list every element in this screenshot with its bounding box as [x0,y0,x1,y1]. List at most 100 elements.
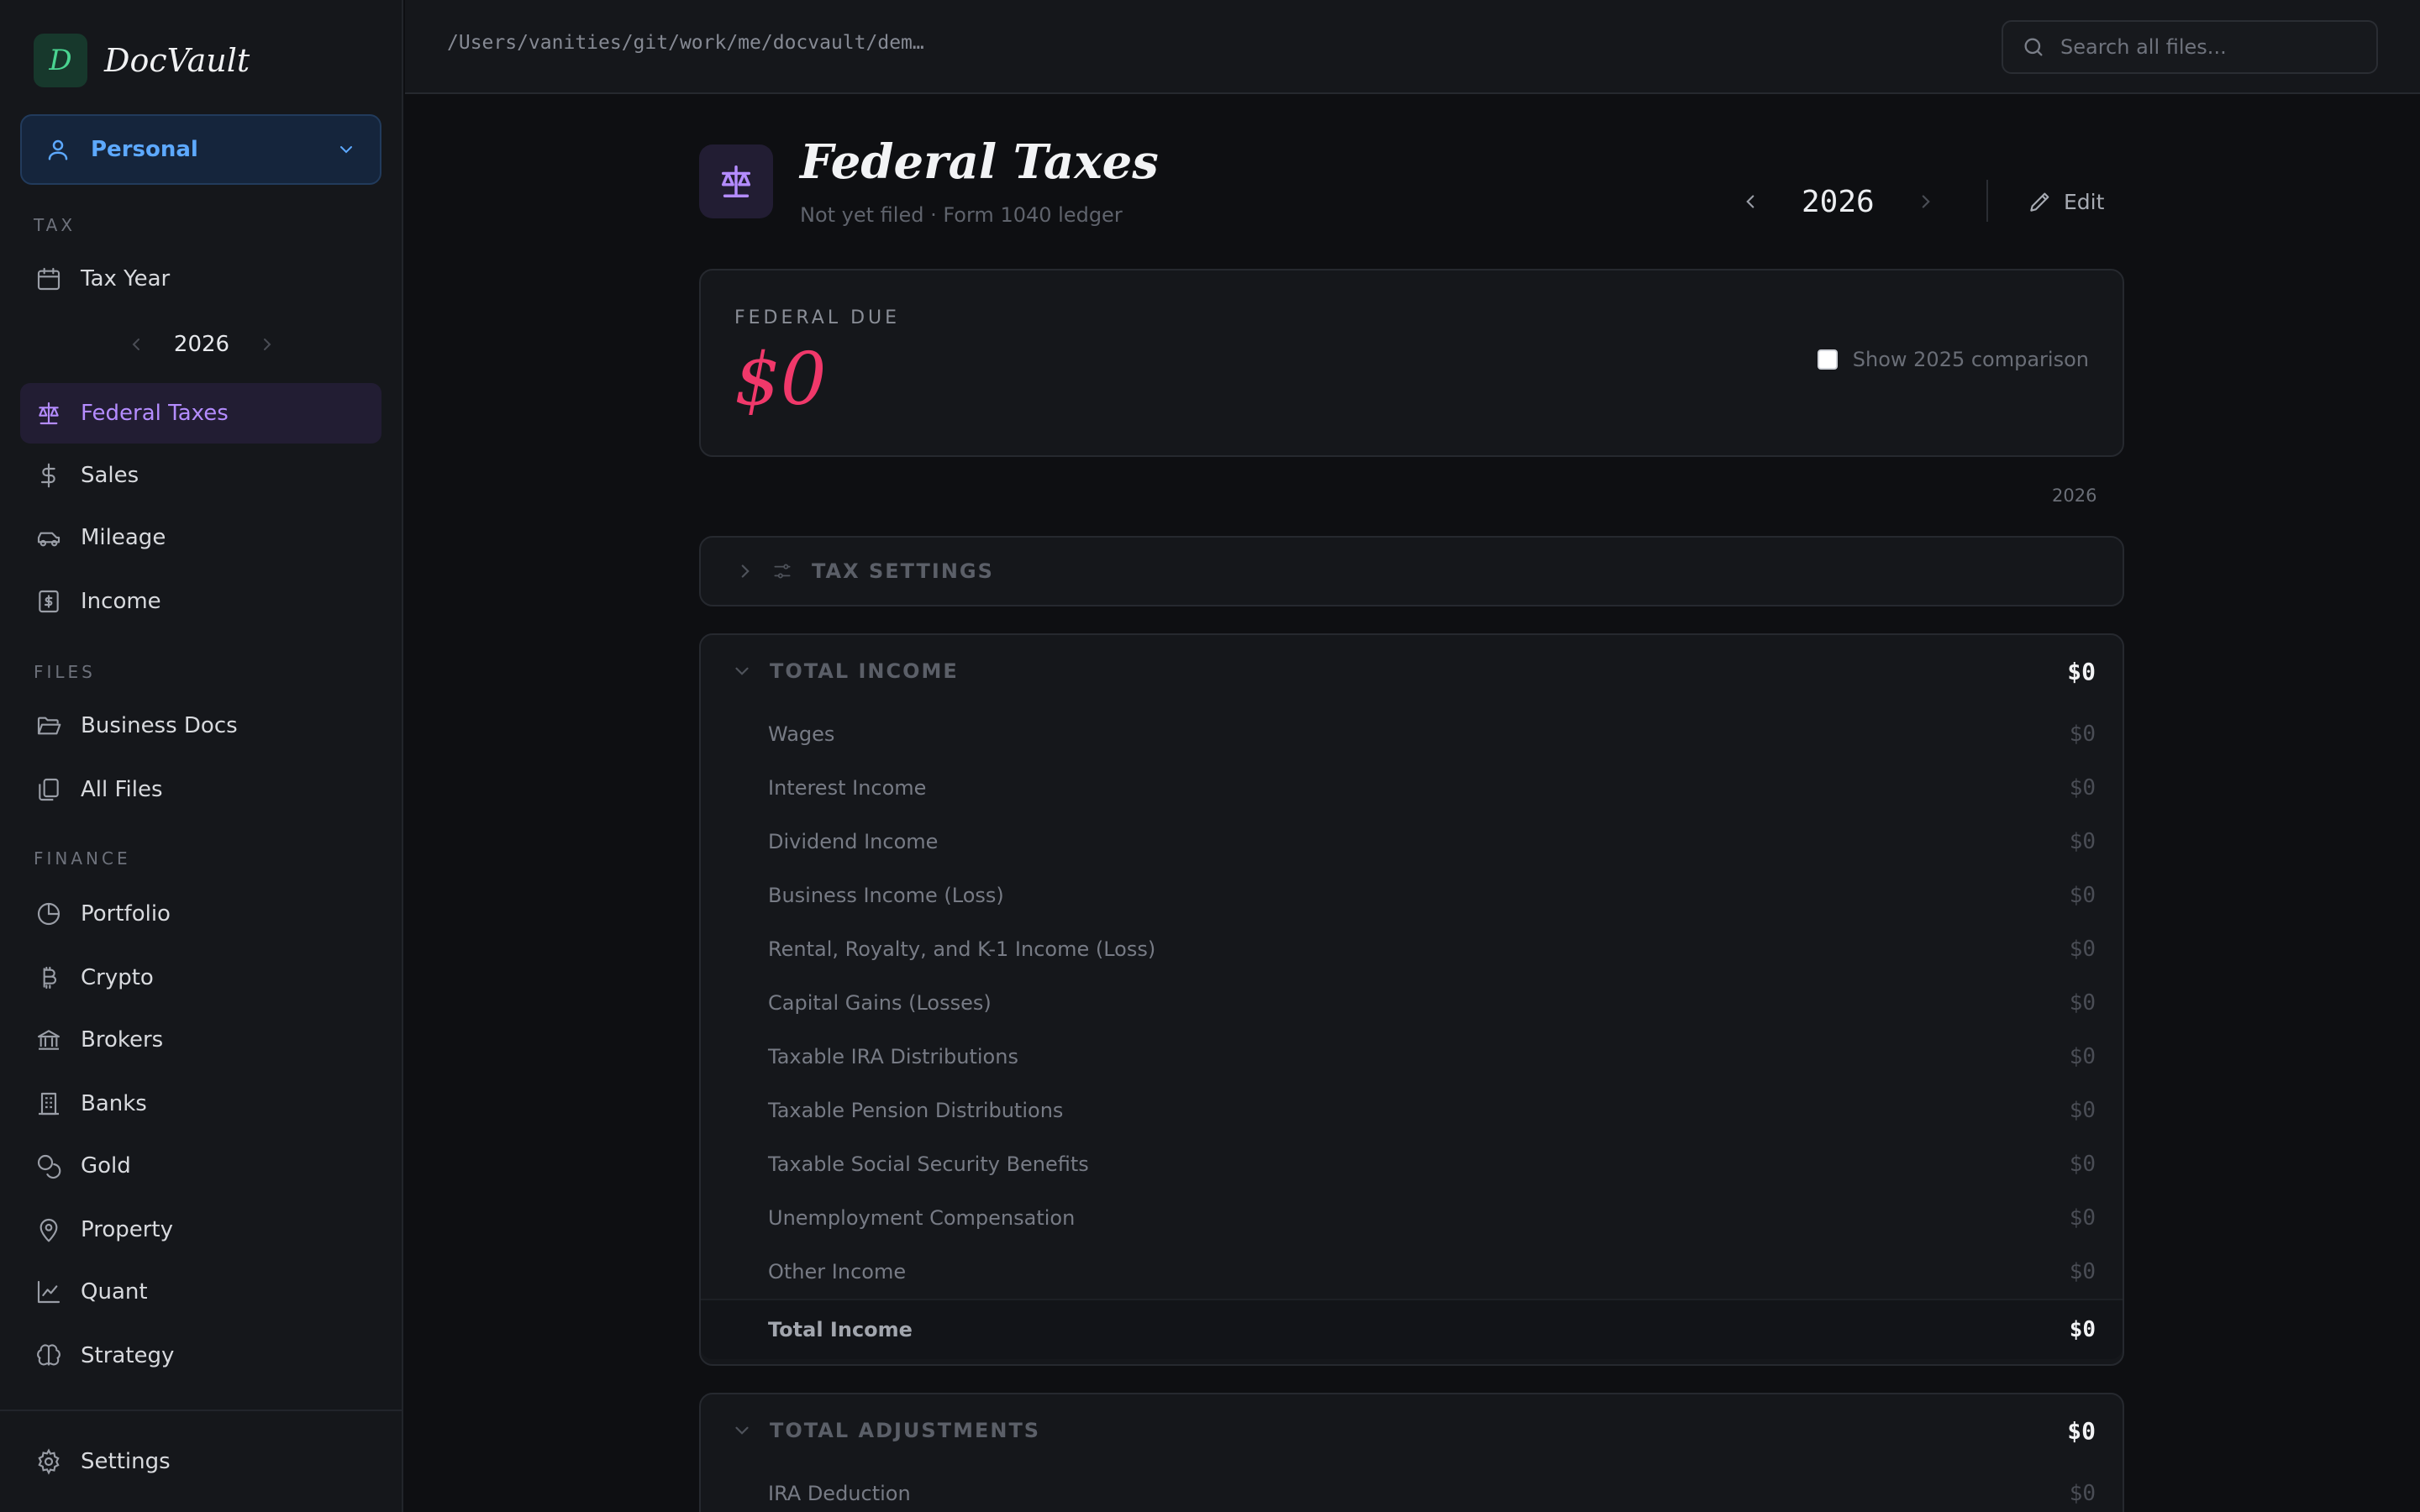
sidebar-item-brokers[interactable]: Brokers [20,1010,381,1070]
line-amount: $0 [2069,1481,2096,1506]
sidebar-item-label: Settings [81,1449,171,1474]
chevron-left-icon[interactable] [126,334,146,354]
sidebar-item-federal-taxes[interactable]: Federal Taxes [20,383,381,444]
tax-settings-section: TAX SETTINGS [699,536,2124,606]
total-income-label: TOTAL INCOME [770,659,959,683]
files-icon [35,776,62,803]
header-divider [1986,180,1988,222]
line-amount: $0 [2069,1098,2096,1123]
sidebar-item-gold[interactable]: Gold [20,1136,381,1196]
line-label: Other Income [768,1260,907,1284]
line-label: Rental, Royalty, and K-1 Income (Loss) [768,937,1156,961]
building-icon [35,1090,62,1117]
sidebar-item-banks[interactable]: Banks [20,1074,381,1134]
federal-due-value: $0 [734,338,827,422]
sidebar-item-label: Portfolio [81,901,171,927]
total-income-section: TOTAL INCOME $0 Wages $0 Interest Income… [699,633,2124,1366]
sidebar-item-label: Crypto [81,965,154,990]
sidebar-item-income[interactable]: Income [20,571,381,632]
search-box[interactable] [2002,20,2378,74]
sidebar-item-business-docs[interactable]: Business Docs [20,696,381,756]
dollar-icon [35,462,62,489]
search-input[interactable] [2060,35,2358,59]
line-amount: $0 [2069,883,2096,908]
page-subtitle: Not yet filed · Form 1040 ledger [800,203,1123,227]
prev-year-button[interactable] [1739,191,1761,213]
scale-icon [717,162,755,201]
sidebar-item-label: Business Docs [81,713,238,738]
profile-label: Personal [91,137,198,162]
bank-icon [35,1026,62,1053]
brand[interactable]: D DocVault [34,34,250,87]
income-line-business: Business Income (Loss) $0 [701,869,2123,922]
sidebar-item-label: Federal Taxes [81,401,229,426]
receipt-icon [35,588,62,615]
line-label: Taxable IRA Distributions [768,1045,1018,1068]
sidebar-item-sales[interactable]: Sales [20,445,381,506]
car-icon [35,524,62,551]
tax-settings-toggle[interactable]: TAX SETTINGS [701,538,2123,605]
sidebar-item-tax-year[interactable]: Tax Year [20,249,381,309]
brand-logo: D [34,34,87,87]
line-amount: $0 [2069,937,2096,962]
sidebar-item-strategy[interactable]: Strategy [20,1326,381,1386]
comparison-label: Show 2025 comparison [1852,348,2089,371]
total-income-header[interactable]: TOTAL INCOME $0 [701,635,2123,707]
bitcoin-icon [35,964,62,991]
sidebar-item-all-files[interactable]: All Files [20,759,381,820]
income-line-other: Other Income $0 [701,1245,2123,1299]
line-label: Taxable Social Security Benefits [768,1152,1089,1176]
sidebar-year: 2026 [173,332,230,357]
line-amount: $0 [2069,1205,2096,1231]
sidebar-item-crypto[interactable]: Crypto [20,948,381,1008]
calendar-icon [35,265,62,292]
line-label: Business Income (Loss) [768,884,1004,907]
total-adjustments-section: TOTAL ADJUSTMENTS $0 IRA Deduction $0 [699,1393,2124,1512]
income-line-ira: Taxable IRA Distributions $0 [701,1030,2123,1084]
next-year-button[interactable] [1915,191,1937,213]
folder-open-icon [35,712,62,739]
total-adjustments-amount: $0 [2067,1416,2096,1445]
line-amount: $0 [2069,1152,2096,1177]
income-line-capital-gains: Capital Gains (Losses) $0 [701,976,2123,1030]
sidebar-item-property[interactable]: Property [20,1200,381,1260]
comparison-checkbox[interactable] [1817,349,1838,370]
line-label: Capital Gains (Losses) [768,991,992,1015]
total-adjustments-label: TOTAL ADJUSTMENTS [770,1419,1041,1442]
line-amount: $0 [2069,775,2096,801]
sidebar-item-label: Sales [81,463,139,488]
sidebar-item-portfolio[interactable]: Portfolio [20,884,381,944]
page-icon [699,144,773,218]
sidebar-divider [0,1410,403,1411]
sidebar-year-stepper: 2026 [126,328,277,361]
adjustment-line-ira: IRA Deduction $0 [701,1467,2123,1512]
year-selector: 2026 [1739,181,1937,222]
scale-icon [35,400,62,427]
sidebar-item-label: Mileage [81,525,166,550]
comparison-toggle[interactable]: Show 2025 comparison [1817,348,2089,371]
income-line-dividend: Dividend Income $0 [701,815,2123,869]
edit-button[interactable]: Edit [2027,186,2104,217]
selected-year: 2026 [1802,184,1875,219]
profile-switcher[interactable]: Personal [20,114,381,185]
pie-chart-icon [35,900,62,927]
line-label: Taxable Pension Distributions [768,1099,1064,1122]
sidebar-item-label: All Files [81,777,163,802]
income-line-rental: Rental, Royalty, and K-1 Income (Loss) $… [701,922,2123,976]
total-income-amount: $0 [2067,657,2096,685]
total-adjustments-header[interactable]: TOTAL ADJUSTMENTS $0 [701,1394,2123,1467]
sidebar-item-label: Brokers [81,1027,164,1053]
chevron-right-icon[interactable] [257,334,277,354]
line-chart-icon [35,1278,62,1305]
sidebar-item-mileage[interactable]: Mileage [20,507,381,568]
total-label: Total Income [768,1318,913,1341]
coins-icon [35,1152,62,1179]
income-total-row: Total Income $0 [701,1299,2123,1359]
pencil-icon [2027,188,2054,215]
section-title-tax: TAX [34,215,76,235]
chevron-down-icon [336,139,356,160]
line-label: Interest Income [768,776,927,800]
sidebar-item-settings[interactable]: Settings [20,1431,381,1492]
sidebar-item-quant[interactable]: Quant [20,1262,381,1322]
chevron-right-icon [734,560,756,582]
